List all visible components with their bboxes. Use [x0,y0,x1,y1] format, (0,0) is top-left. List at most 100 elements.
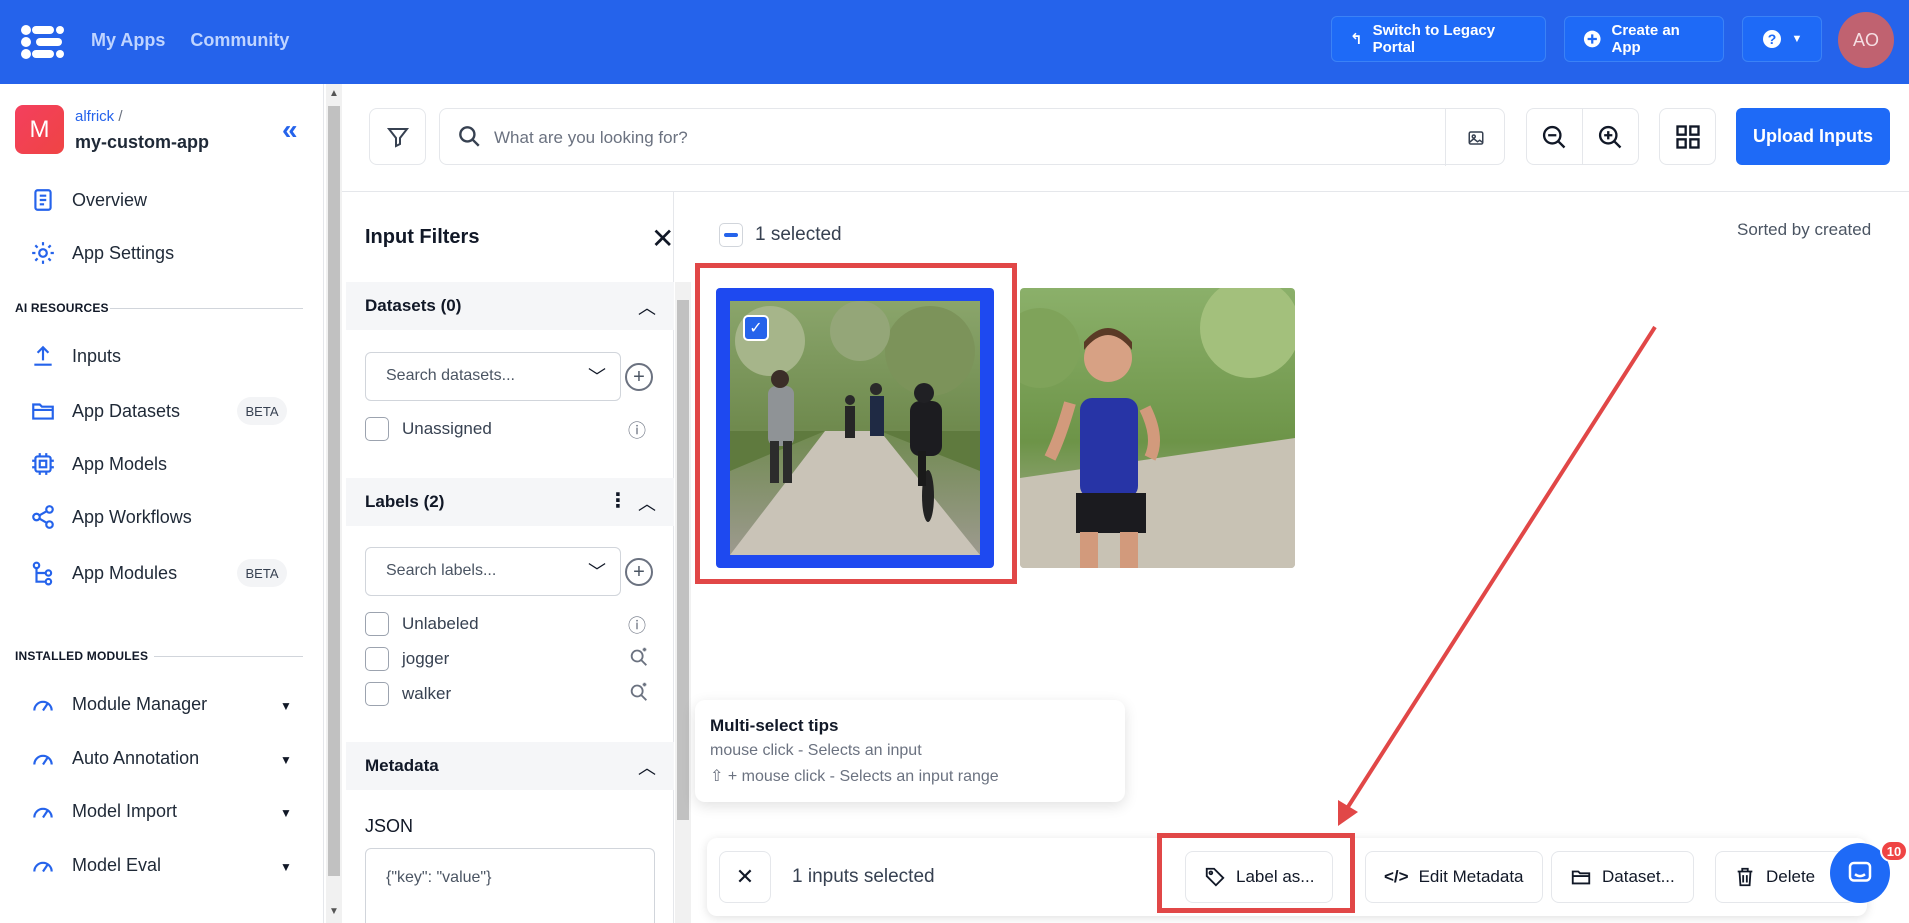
grid-view-button[interactable] [1659,108,1716,165]
magic-search-icon[interactable] [628,645,650,672]
undo-arrow-icon: ↰ [1350,31,1363,48]
scroll-down-icon[interactable]: ▼ [329,906,339,917]
magic-search-icon[interactable] [628,680,650,707]
upload-inputs-button[interactable]: Upload Inputs [1736,108,1890,165]
caret-down-icon[interactable]: ▼ [280,753,292,767]
datasets-section-header[interactable]: Datasets (0) ︿ [346,282,674,330]
caret-down-icon[interactable]: ▼ [280,699,292,713]
filter-icon [386,127,409,148]
checkbox[interactable] [365,647,389,671]
checkbox[interactable] [365,682,389,706]
labels-search-input[interactable] [386,562,576,580]
add-label-icon[interactable]: + [625,558,653,586]
more-vertical-icon[interactable]: ⋮ [608,488,628,513]
dataset-button[interactable]: Dataset... [1551,851,1694,903]
search-bar [439,108,1505,166]
sort-label[interactable]: Sorted by created [1737,220,1871,240]
sidebar-scrollbar[interactable]: ▲ ▼ [326,84,342,923]
chevron-up-icon[interactable]: ︿ [638,294,656,320]
sidebar-item-auto-annotation[interactable]: Auto Annotation [30,743,199,773]
plus-circle-icon [1583,30,1601,48]
edit-metadata-button[interactable]: </> Edit Metadata [1365,851,1543,903]
sidebar-item-model-eval[interactable]: Model Eval [30,850,161,880]
grid-icon [1675,124,1700,149]
sidebar-item-overview[interactable]: Overview [30,185,147,215]
close-icon[interactable]: ✕ [651,222,674,255]
sidebar-item-app-workflows[interactable]: App Workflows [30,502,192,532]
gauge-icon [33,700,53,712]
clarifai-logo[interactable] [18,20,66,64]
zoom-in-button[interactable] [1583,109,1639,164]
checkbox[interactable] [365,417,389,441]
ai-resources-heading: AI RESOURCES [15,301,109,315]
caret-down-icon[interactable]: ▼ [280,806,292,820]
sidebar-item-app-settings[interactable]: App Settings [30,238,174,268]
chat-icon [1848,861,1872,882]
collapse-sidebar-icon[interactable]: « [282,114,298,146]
section-divider [110,308,303,309]
deselect-all-checkbox[interactable] [719,223,743,247]
filters-scrollbar[interactable] [675,282,691,923]
help-menu-button[interactable]: ? ▼ [1742,16,1822,62]
help-circle-icon[interactable]: ⓘ [628,612,646,638]
chevron-down-icon[interactable]: ﹀ [588,558,606,584]
sidebar-item-app-datasets[interactable]: App Datasets [30,396,180,426]
notification-badge: 10 [1880,840,1908,862]
metadata-section-header[interactable]: Metadata ︿ [346,742,674,790]
tips-heading: Multi-select tips [710,716,839,735]
label-option[interactable]: Unlabeled [365,612,479,636]
labels-search-select[interactable]: ﹀ [365,547,621,596]
scrollbar-thumb[interactable] [328,106,340,876]
json-field[interactable] [365,848,655,923]
create-app-button[interactable]: Create an App [1564,16,1724,62]
label-option[interactable]: walker [365,682,451,706]
zoom-in-icon [1599,125,1622,148]
checkbox[interactable] [365,612,389,636]
clear-selection-button[interactable]: ✕ [719,851,771,903]
chevron-down-icon[interactable]: ﹀ [588,363,606,389]
sidebar-item-module-manager[interactable]: Module Manager [30,689,207,719]
nav-community[interactable]: Community [190,30,289,50]
input-thumbnail[interactable] [1020,288,1295,568]
labels-section-header[interactable]: Labels (2) ⋮ ︿ [346,478,674,526]
image-search-button[interactable] [1445,109,1505,166]
help-icon: ? [1762,30,1781,48]
svg-text:?: ? [1767,31,1776,47]
scrollbar-thumb[interactable] [677,300,689,820]
zoom-out-button[interactable] [1527,109,1583,164]
chevron-up-icon[interactable]: ︿ [638,754,656,780]
scroll-up-icon[interactable]: ▲ [329,88,339,99]
caret-down-icon[interactable]: ▼ [280,860,292,874]
gauge-icon [33,861,53,873]
sidebar-item-app-models[interactable]: App Models [30,449,167,479]
help-circle-icon[interactable]: ⓘ [628,417,646,443]
user-avatar[interactable]: AO [1838,12,1894,68]
sidebar-item-model-import[interactable]: Model Import [30,796,177,826]
json-input[interactable] [386,869,636,887]
owner-link[interactable]: alfrick [75,108,114,125]
gauge-icon [33,754,53,766]
chevron-up-icon[interactable]: ︿ [638,490,656,516]
tips-line: ⇧ + mouse click - Selects an input range [710,768,999,785]
unassigned-checkbox[interactable]: Unassigned [365,417,492,441]
datasets-search-input[interactable] [386,367,576,385]
code-icon: </> [1384,867,1409,886]
trash-icon [1737,867,1753,887]
label-option[interactable]: jogger [365,647,449,671]
folder-icon [32,403,54,420]
jogger-photo [1020,288,1295,568]
filter-toggle-button[interactable] [369,108,426,165]
selected-count: 1 selected [755,224,842,245]
sidebar-item-inputs[interactable]: Inputs [30,341,121,371]
filters-title: Input Filters [365,226,480,248]
search-input[interactable] [494,125,1394,151]
add-dataset-icon[interactable]: + [625,363,653,391]
image-icon [1468,130,1483,145]
installed-modules-heading: INSTALLED MODULES [15,649,149,663]
switch-legacy-button[interactable]: ↰ Switch to Legacy Portal [1331,16,1546,62]
datasets-search-select[interactable]: ﹀ [365,352,621,401]
nav-my-apps[interactable]: My Apps [91,30,165,50]
top-bar: My Apps Community ↰ Switch to Legacy Por… [0,0,1909,84]
section-divider [154,656,303,657]
sidebar-item-app-modules[interactable]: App Modules [30,558,177,588]
